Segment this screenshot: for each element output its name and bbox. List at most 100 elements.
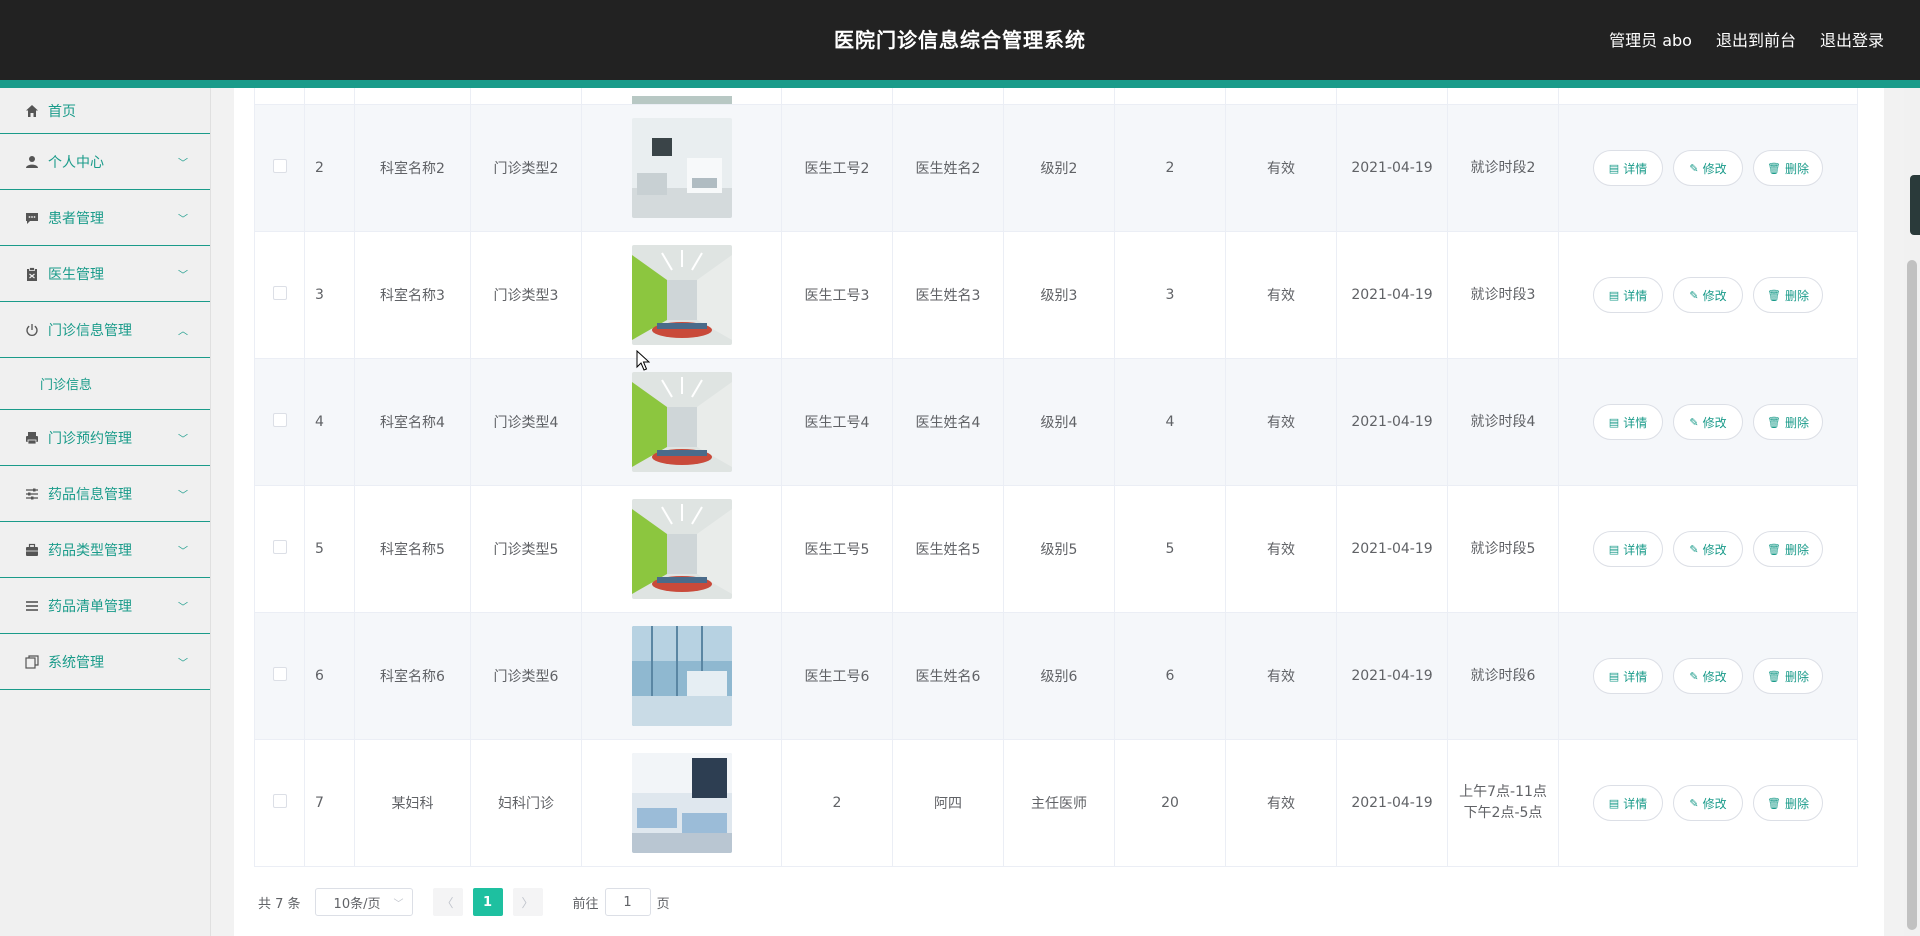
cell-index: 4 — [304, 358, 355, 486]
edit-button[interactable]: ✎ 修改 — [1673, 531, 1743, 567]
cell-actions: ▤ 详情 ✎ 修改 🗑 删除 — [1558, 612, 1858, 740]
list-icon — [24, 598, 40, 614]
sidebar-subitem-clinic-info[interactable]: 门诊信息 — [0, 358, 210, 410]
select-cell — [254, 485, 305, 613]
row-checkbox[interactable] — [272, 794, 287, 808]
back-to-front-link[interactable]: 退出到前台 — [1716, 27, 1796, 51]
cell-clinic-type: 门诊类型4 — [470, 358, 582, 486]
sidebar-item-clinic-info-mgmt[interactable]: 门诊信息管理 ︿ — [0, 302, 210, 358]
edit-button[interactable]: ✎ 修改 — [1673, 658, 1743, 694]
cell-clinic-type: 门诊类型6 — [470, 612, 582, 740]
goto-page-input[interactable] — [604, 888, 651, 916]
prev-page-button[interactable]: 〈 — [432, 888, 463, 916]
cell-date: 2021-04-19 — [1336, 231, 1448, 359]
sidebar-item-drug-list[interactable]: 药品清单管理 ﹀ — [0, 578, 210, 634]
page-number-button[interactable]: 1 — [472, 888, 503, 916]
select-cell — [254, 231, 305, 359]
cell-date: 2021-04-19 — [1336, 358, 1448, 486]
cell-doctor-no: 医生工号5 — [781, 485, 893, 613]
cell-doctor-no: 医生工号2 — [781, 104, 893, 232]
sidebar-item-system[interactable]: 系统管理 ﹀ — [0, 634, 210, 690]
cell-period: 就诊时段5 — [1447, 485, 1559, 613]
sidebar-item-patients[interactable]: 患者管理 ﹀ — [0, 190, 210, 246]
cell-index: 5 — [304, 485, 355, 613]
sidebar-item-label: 门诊信息管理 — [48, 322, 132, 339]
pagination: 共 7 条 10条/页 ﹀ 〈 1 〉 前往 页 — [258, 888, 670, 916]
sidebar-item-appointments[interactable]: 门诊预约管理 ﹀ — [0, 410, 210, 466]
document-icon: ▤ — [1608, 669, 1620, 683]
sidebar-item-doctors[interactable]: 医生管理 ﹀ — [0, 246, 210, 302]
delete-button[interactable]: 🗑 删除 — [1753, 658, 1823, 694]
cell-status: 有效 — [1225, 612, 1337, 740]
sidebar-item-drug-types[interactable]: 药品类型管理 ﹀ — [0, 522, 210, 578]
row-checkbox[interactable] — [272, 159, 287, 173]
clinic-info-table: 2 科室名称2 门诊类型2 医生工号2 医生姓名2 级别2 2 有效 2021-04-19 就诊时… — [254, 88, 1858, 867]
cell-actions: ▤ 详情 ✎ 修改 🗑 删除 — [1558, 104, 1858, 232]
pagination-total: 共 7 条 — [258, 896, 301, 912]
cell-clinic-type: 门诊类型3 — [470, 231, 582, 359]
edit-button[interactable]: ✎ 修改 — [1673, 150, 1743, 186]
cell-clinic-type: 门诊类型2 — [470, 104, 582, 232]
sidebar-item-home[interactable]: 首页 — [0, 88, 210, 134]
page-size-select[interactable]: 10条/页 ﹀ — [314, 888, 413, 916]
cell-doctor-no: 医生工号6 — [781, 612, 893, 740]
period-line: 上午7点-11点 — [1459, 784, 1547, 800]
document-icon: ▤ — [1608, 796, 1620, 810]
row-checkbox[interactable] — [272, 413, 287, 427]
delete-button[interactable]: 🗑 删除 — [1753, 277, 1823, 313]
row-checkbox[interactable] — [272, 667, 287, 681]
edge-widget-tab[interactable] — [1910, 175, 1920, 235]
delete-label: 删除 — [1784, 669, 1809, 684]
next-page-button[interactable]: 〉 — [512, 888, 543, 916]
detail-button[interactable]: ▤ 详情 — [1593, 150, 1663, 186]
chevron-down-icon: ﹀ — [178, 546, 188, 557]
document-icon: ▤ — [1608, 288, 1620, 302]
cell-department: 科室名称2 — [354, 104, 471, 232]
admin-user-label[interactable]: 管理员 abo — [1609, 27, 1692, 51]
detail-button[interactable]: ▤ 详情 — [1593, 785, 1663, 821]
clinic-photo — [631, 626, 732, 726]
detail-button[interactable]: ▤ 详情 — [1593, 658, 1663, 694]
sidebar-item-label: 患者管理 — [48, 210, 104, 227]
row-checkbox[interactable] — [272, 540, 287, 554]
select-cell — [254, 612, 305, 740]
row-checkbox[interactable] — [272, 286, 287, 300]
sidebar-item-label: 药品类型管理 — [48, 542, 132, 559]
cell-status: 有效 — [1225, 231, 1337, 359]
edit-button[interactable]: ✎ 修改 — [1673, 404, 1743, 440]
briefcase-icon — [24, 542, 40, 558]
logout-link[interactable]: 退出登录 — [1820, 27, 1884, 51]
trash-icon: 🗑 — [1767, 796, 1781, 810]
sidebar: 首页 个人中心 ﹀ 患者管理 ﹀ 医生管理 ﹀ 门诊信息管理 ︿ 门诊信息 门诊… — [0, 88, 211, 936]
cell-image — [581, 485, 782, 613]
detail-button[interactable]: ▤ 详情 — [1593, 277, 1663, 313]
period-line: 就诊时段5 — [1470, 540, 1536, 557]
detail-button[interactable]: ▤ 详情 — [1593, 531, 1663, 567]
detail-label: 详情 — [1623, 161, 1648, 176]
edit-label: 修改 — [1702, 415, 1727, 430]
delete-button[interactable]: 🗑 删除 — [1753, 404, 1823, 440]
user-icon — [24, 154, 40, 170]
delete-button[interactable]: 🗑 删除 — [1753, 150, 1823, 186]
pencil-icon: ✎ — [1689, 415, 1699, 429]
cell-index: 3 — [304, 231, 355, 359]
cell-department: 科室名称3 — [354, 231, 471, 359]
delete-button[interactable]: 🗑 删除 — [1753, 531, 1823, 567]
chevron-up-icon: ︿ — [178, 326, 188, 337]
detail-button[interactable]: ▤ 详情 — [1593, 404, 1663, 440]
period-line: 就诊时段6 — [1470, 667, 1536, 684]
table-row: 7 某妇科 妇科门诊 2 阿四 主任医师 20 有效 2021-04-19 上午7点-11点 下午2… — [254, 739, 1858, 867]
chevron-down-icon: ﹀ — [393, 898, 404, 910]
table-row: 5 科室名称5 门诊类型5 医生工号5 医生姓名5 级别5 5 有效 2021-04-19 就诊时… — [254, 485, 1858, 613]
sidebar-item-personal-center[interactable]: 个人中心 ﹀ — [0, 134, 210, 190]
scrollbar-thumb[interactable] — [1907, 260, 1917, 930]
delete-button[interactable]: 🗑 删除 — [1753, 785, 1823, 821]
trash-icon: 🗑 — [1767, 542, 1781, 556]
edit-button[interactable]: ✎ 修改 — [1673, 277, 1743, 313]
edit-button[interactable]: ✎ 修改 — [1673, 785, 1743, 821]
delete-label: 删除 — [1784, 415, 1809, 430]
cell-department: 科室名称6 — [354, 612, 471, 740]
cell-level: 主任医师 — [1003, 739, 1115, 867]
sidebar-item-drug-info[interactable]: 药品信息管理 ﹀ — [0, 466, 210, 522]
clinic-photo — [631, 245, 732, 345]
